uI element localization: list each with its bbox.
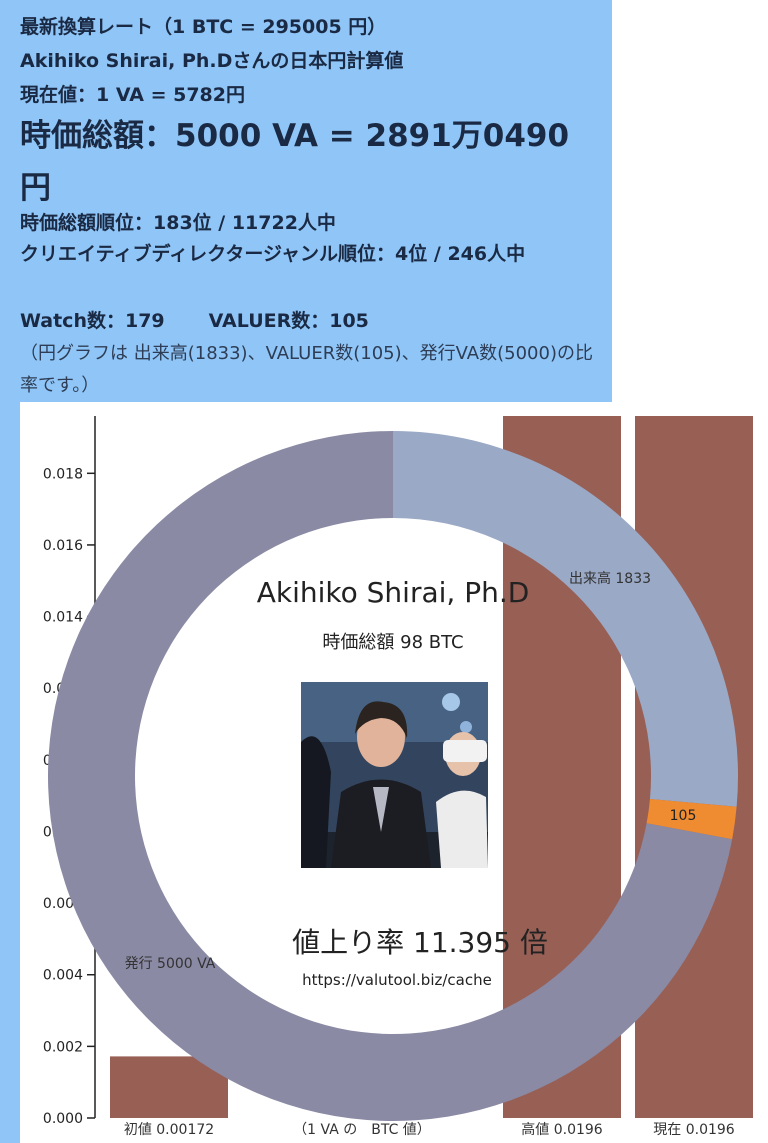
person-name: Akihiko Shirai, Ph.D bbox=[257, 576, 530, 609]
y-tick-label: 0.002 bbox=[43, 1039, 83, 1055]
bar-label: 現在 0.0196 bbox=[653, 1122, 735, 1138]
y-tick-label: 0.018 bbox=[43, 466, 83, 482]
rate-line: 最新換算レート（1 BTC = 295005 円） bbox=[20, 16, 387, 38]
pie-note: （円グラフは 出来高(1833)、VALUER数(105)、発行VA数(5000… bbox=[20, 343, 593, 396]
donut-label: 105 bbox=[670, 808, 697, 824]
donut-label: 出来高 1833 bbox=[569, 570, 651, 587]
source-url: https://valutool.biz/cache bbox=[302, 971, 492, 989]
donut-label: 発行 5000 VA bbox=[125, 956, 216, 972]
rank-line: 時価総額順位：183位 / 11722人中 bbox=[20, 212, 336, 234]
price-line: 現在値：1 VA = 5782円 bbox=[20, 84, 245, 106]
watch-valuer-line: Watch数：179 VALUER数：105 bbox=[20, 306, 369, 333]
bar-label: 初値 0.00172 bbox=[124, 1121, 214, 1138]
profile-photo bbox=[301, 682, 488, 868]
watch-count: Watch数：179 bbox=[20, 310, 165, 332]
y-tick-label: 0.000 bbox=[43, 1111, 83, 1127]
genre-rank-line: クリエイティブディレクタージャンル順位：4位 / 246人中 bbox=[20, 243, 526, 265]
market-cap-line: 時価総額：5000 VA = 2891万0490円 bbox=[20, 118, 570, 206]
chart-area: 0.0000.0020.0040.0060.0080.0100.0120.014… bbox=[20, 402, 766, 1143]
y-tick-label: 0.016 bbox=[43, 538, 83, 554]
bar-label: 高値 0.0196 bbox=[521, 1121, 603, 1138]
calc-line: Akihiko Shirai, Ph.Dさんの日本円計算値 bbox=[20, 50, 404, 72]
y-tick-label: 0.004 bbox=[43, 968, 83, 984]
valuer-count: VALUER数：105 bbox=[208, 310, 369, 332]
x-axis-label: （1 VA の BTC 値） bbox=[293, 1122, 431, 1138]
y-tick-label: 0.014 bbox=[43, 610, 83, 626]
rise-rate: 値上り率 11.395 倍 bbox=[292, 926, 548, 959]
market-cap-btc: 時価総額 98 BTC bbox=[322, 632, 463, 653]
